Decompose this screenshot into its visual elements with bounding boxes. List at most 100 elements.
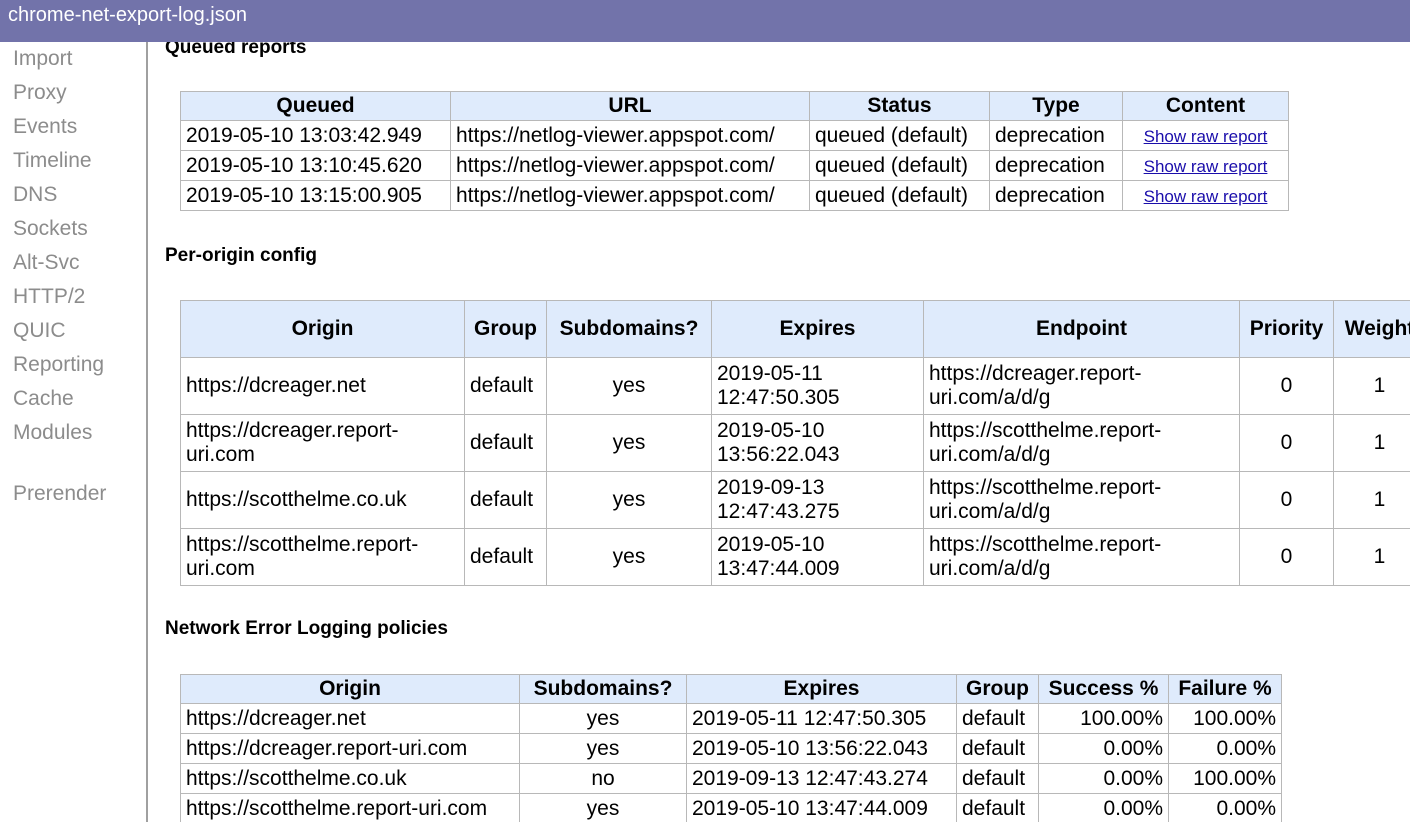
sidebar-item-sockets[interactable]: Sockets bbox=[13, 216, 88, 242]
cell-expires: 2019-09-13 12:47:43.274 bbox=[686, 763, 957, 794]
cell-subdomains: yes bbox=[546, 357, 712, 415]
column-header-priority: Priority bbox=[1239, 300, 1334, 358]
sidebar-item-reporting[interactable]: Reporting bbox=[13, 352, 104, 378]
cell-endpoint: https://scotthelme.report-uri.com/a/d/g bbox=[923, 414, 1240, 472]
sidebar-item-dns[interactable]: DNS bbox=[13, 182, 57, 208]
cell-subdomains: yes bbox=[546, 471, 712, 529]
sidebar-item-prerender[interactable]: Prerender bbox=[13, 481, 106, 507]
cell-weight: 1 bbox=[1333, 471, 1410, 529]
cell-group: default bbox=[956, 763, 1039, 794]
cell-group: default bbox=[956, 703, 1039, 734]
cell-success: 0.00% bbox=[1038, 793, 1169, 822]
sidebar-item-proxy[interactable]: Proxy bbox=[13, 80, 67, 106]
cell-subdomains: yes bbox=[519, 703, 687, 734]
column-header-status: Status bbox=[809, 91, 990, 121]
column-header-endpoint: Endpoint bbox=[923, 300, 1240, 358]
cell-group: default bbox=[464, 528, 547, 586]
main-content: Queued reports Queued URL Status Type Co… bbox=[150, 42, 1410, 822]
cell-priority: 0 bbox=[1239, 471, 1334, 529]
cell-queued: 2019-05-10 13:10:45.620 bbox=[180, 150, 451, 181]
sidebar-item-quic[interactable]: QUIC bbox=[13, 318, 66, 344]
sidebar-nav: Import Proxy Events Timeline DNS Sockets… bbox=[0, 42, 148, 822]
nel-policies-heading: Network Error Logging policies bbox=[165, 618, 448, 639]
cell-priority: 0 bbox=[1239, 414, 1334, 472]
show-raw-report-link[interactable]: Show raw report bbox=[1144, 157, 1268, 176]
cell-subdomains: yes bbox=[546, 528, 712, 586]
cell-origin: https://dcreager.net bbox=[180, 703, 520, 734]
table-row: https://scotthelme.report-uri.com yes 20… bbox=[180, 793, 1282, 822]
table-row: https://scotthelme.report-uri.com defaul… bbox=[180, 528, 1410, 586]
cell-group: default bbox=[956, 793, 1039, 822]
cell-group: default bbox=[464, 357, 547, 415]
window-title: chrome-net-export-log.json bbox=[8, 4, 247, 26]
cell-success: 0.00% bbox=[1038, 733, 1169, 764]
column-header-url: URL bbox=[450, 91, 810, 121]
cell-content: Show raw report bbox=[1122, 120, 1289, 151]
sidebar-item-import[interactable]: Import bbox=[13, 46, 73, 72]
table-row: 2019-05-10 13:15:00.905 https://netlog-v… bbox=[180, 180, 1289, 211]
cell-status: queued (default) bbox=[809, 120, 990, 151]
cell-expires: 2019-05-10 13:56:22.043 bbox=[711, 414, 924, 472]
cell-url: https://netlog-viewer.appspot.com/ bbox=[450, 150, 810, 181]
table-row: https://scotthelme.co.uk default yes 201… bbox=[180, 471, 1410, 529]
table-header-row: Origin Group Subdomains? Expires Endpoin… bbox=[180, 300, 1410, 358]
sidebar-item-http2[interactable]: HTTP/2 bbox=[13, 284, 85, 310]
cell-origin: https://scotthelme.co.uk bbox=[180, 471, 465, 529]
column-header-queued: Queued bbox=[180, 91, 451, 121]
cell-success: 0.00% bbox=[1038, 763, 1169, 794]
cell-expires: 2019-05-11 12:47:50.305 bbox=[711, 357, 924, 415]
cell-type: deprecation bbox=[989, 180, 1123, 211]
cell-weight: 1 bbox=[1333, 528, 1410, 586]
column-header-group: Group bbox=[464, 300, 547, 358]
cell-origin: https://dcreager.report-uri.com bbox=[180, 414, 465, 472]
cell-origin: https://scotthelme.report-uri.com bbox=[180, 528, 465, 586]
column-header-origin: Origin bbox=[180, 674, 520, 704]
column-header-subdomains: Subdomains? bbox=[519, 674, 687, 704]
title-bar: chrome-net-export-log.json bbox=[0, 0, 1410, 42]
column-header-group: Group bbox=[956, 674, 1039, 704]
column-header-expires: Expires bbox=[686, 674, 957, 704]
cell-origin: https://dcreager.net bbox=[180, 357, 465, 415]
column-header-weight: Weight bbox=[1333, 300, 1410, 358]
cell-origin: https://scotthelme.report-uri.com bbox=[180, 793, 520, 822]
table-row: https://scotthelme.co.uk no 2019-09-13 1… bbox=[180, 763, 1282, 794]
cell-expires: 2019-05-10 13:47:44.009 bbox=[711, 528, 924, 586]
table-row: https://dcreager.net default yes 2019-05… bbox=[180, 357, 1410, 415]
cell-priority: 0 bbox=[1239, 528, 1334, 586]
cell-endpoint: https://dcreager.report-uri.com/a/d/g bbox=[923, 357, 1240, 415]
cell-subdomains: yes bbox=[519, 793, 687, 822]
per-origin-config-table: Origin Group Subdomains? Expires Endpoin… bbox=[180, 300, 1410, 586]
cell-subdomains: yes bbox=[546, 414, 712, 472]
sidebar-item-alt-svc[interactable]: Alt-Svc bbox=[13, 250, 80, 276]
cell-status: queued (default) bbox=[809, 180, 990, 211]
show-raw-report-link[interactable]: Show raw report bbox=[1144, 127, 1268, 146]
column-header-failure: Failure % bbox=[1168, 674, 1282, 704]
cell-expires: 2019-05-10 13:47:44.009 bbox=[686, 793, 957, 822]
sidebar-item-events[interactable]: Events bbox=[13, 114, 77, 140]
cell-queued: 2019-05-10 13:15:00.905 bbox=[180, 180, 451, 211]
sidebar-item-modules[interactable]: Modules bbox=[13, 420, 92, 446]
cell-origin: https://scotthelme.co.uk bbox=[180, 763, 520, 794]
cell-subdomains: no bbox=[519, 763, 687, 794]
column-header-type: Type bbox=[989, 91, 1123, 121]
show-raw-report-link[interactable]: Show raw report bbox=[1144, 187, 1268, 206]
table-row: 2019-05-10 13:10:45.620 https://netlog-v… bbox=[180, 150, 1289, 181]
per-origin-config-heading: Per-origin config bbox=[165, 245, 317, 266]
table-header-row: Queued URL Status Type Content bbox=[180, 91, 1289, 121]
cell-group: default bbox=[464, 471, 547, 529]
cell-success: 100.00% bbox=[1038, 703, 1169, 734]
table-row: https://dcreager.net yes 2019-05-11 12:4… bbox=[180, 703, 1282, 734]
cell-queued: 2019-05-10 13:03:42.949 bbox=[180, 120, 451, 151]
table-row: https://dcreager.report-uri.com yes 2019… bbox=[180, 733, 1282, 764]
sidebar-item-cache[interactable]: Cache bbox=[13, 386, 74, 412]
cell-expires: 2019-05-10 13:56:22.043 bbox=[686, 733, 957, 764]
cell-weight: 1 bbox=[1333, 414, 1410, 472]
cell-endpoint: https://scotthelme.report-uri.com/a/d/g bbox=[923, 471, 1240, 529]
cell-url: https://netlog-viewer.appspot.com/ bbox=[450, 120, 810, 151]
column-header-subdomains: Subdomains? bbox=[546, 300, 712, 358]
sidebar-item-timeline[interactable]: Timeline bbox=[13, 148, 92, 174]
cell-failure: 100.00% bbox=[1168, 763, 1282, 794]
column-header-content: Content bbox=[1122, 91, 1289, 121]
cell-subdomains: yes bbox=[519, 733, 687, 764]
table-row: 2019-05-10 13:03:42.949 https://netlog-v… bbox=[180, 120, 1289, 151]
